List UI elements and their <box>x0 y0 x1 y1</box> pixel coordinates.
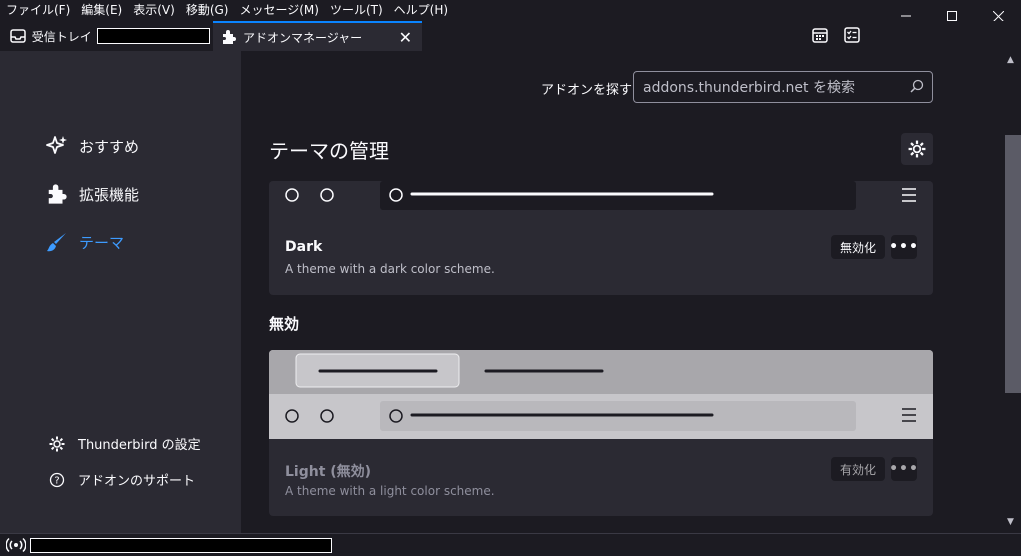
addon-support-link[interactable]: ? アドオンのサポート <box>48 470 195 489</box>
disable-button[interactable]: 無効化 <box>830 235 885 259</box>
gear-icon <box>48 436 66 452</box>
page-title: テーマの管理 <box>269 139 389 163</box>
more-options-button[interactable]: ••• <box>889 457 918 481</box>
gear-icon <box>908 140 926 158</box>
tasks-icon[interactable] <box>844 27 860 43</box>
toolbar-icons <box>812 27 860 43</box>
scroll-down-arrow[interactable]: ▼ <box>1007 517 1014 527</box>
sidebar-item-label: テーマ <box>79 233 125 252</box>
main-content: アドオンを探す addons.thunderbird.net を検索 テーマの管… <box>241 51 1003 533</box>
puzzle-icon <box>45 182 69 206</box>
tab-inbox[interactable]: 受信トレイ <box>0 21 210 51</box>
menu-tools[interactable]: ツール(T) <box>324 0 388 21</box>
online-status-icon[interactable] <box>6 537 26 553</box>
enable-button[interactable]: 有効化 <box>830 457 885 481</box>
menu-message[interactable]: メッセージ(M) <box>233 0 323 21</box>
puzzle-icon <box>223 30 236 44</box>
theme-preview-dark <box>269 181 933 218</box>
search-placeholder: addons.thunderbird.net を検索 <box>643 80 855 96</box>
theme-name: Light (無効) <box>285 464 372 480</box>
theme-preview-light <box>269 350 933 439</box>
disabled-section-heading: 無効 <box>269 315 300 333</box>
menu-bar: ファイル(F) 編集(E) 表示(V) 移動(G) メッセージ(M) ツール(T… <box>0 0 1021 21</box>
theme-card-light: Light (無効) A theme with a light color sc… <box>269 350 933 516</box>
tab-inbox-label: 受信トレイ <box>31 29 92 44</box>
theme-description: A theme with a light color scheme. <box>285 484 495 498</box>
theme-card-dark: Dark A theme with a dark color scheme. 無… <box>269 181 933 295</box>
redacted-status-text <box>30 537 332 553</box>
minimize-icon <box>901 15 911 17</box>
search-input[interactable]: addons.thunderbird.net を検索 <box>633 71 933 103</box>
menu-help[interactable]: ヘルプ(H) <box>388 0 453 21</box>
theme-name: Dark <box>285 239 323 255</box>
svg-text:?: ? <box>54 475 59 486</box>
tab-addon-manager[interactable]: アドオンマネージャー ✕ <box>213 21 422 51</box>
paintbrush-icon <box>45 230 69 254</box>
settings-link-label: Thunderbird の設定 <box>78 438 201 453</box>
support-link-label: アドオンのサポート <box>78 474 196 489</box>
maximize-icon <box>947 11 957 21</box>
scroll-thumb[interactable] <box>1005 135 1021 393</box>
close-tab-button[interactable]: ✕ <box>399 28 412 47</box>
theme-preview-graphic <box>269 181 933 218</box>
sidebar-item-themes[interactable]: テーマ <box>45 230 124 254</box>
sidebar-item-recommended[interactable]: おすすめ <box>45 134 139 158</box>
tab-bar: 受信トレイ アドオンマネージャー ✕ <box>0 21 1021 51</box>
scrollbar[interactable]: ▲ ▼ <box>1003 51 1021 533</box>
redacted-account <box>96 28 210 44</box>
sidebar-item-label: おすすめ <box>79 137 140 156</box>
scroll-up-arrow[interactable]: ▲ <box>1007 55 1014 65</box>
theme-description: A theme with a dark color scheme. <box>285 262 495 276</box>
close-icon <box>992 10 1004 22</box>
menu-view[interactable]: 表示(V) <box>127 0 180 21</box>
calendar-icon[interactable] <box>812 27 828 43</box>
more-options-button[interactable]: ••• <box>889 235 918 259</box>
menu-file[interactable]: ファイル(F) <box>0 0 75 21</box>
status-bar <box>0 533 1021 556</box>
sidebar-item-extensions[interactable]: 拡張機能 <box>45 182 139 206</box>
sparkle-icon <box>45 134 69 158</box>
tab-addons-label: アドオンマネージャー <box>243 30 363 45</box>
thunderbird-settings-link[interactable]: Thunderbird の設定 <box>48 434 201 453</box>
sidebar: おすすめ 拡張機能 テーマ Thunderbird の設定 ? アドオンのサポー… <box>0 51 241 533</box>
inbox-icon <box>10 29 26 43</box>
menu-go[interactable]: 移動(G) <box>180 0 234 21</box>
theme-preview-graphic <box>269 350 933 439</box>
help-icon: ? <box>48 472 66 488</box>
search-icon <box>910 79 924 93</box>
menu-edit[interactable]: 編集(E) <box>75 0 127 21</box>
search-label: アドオンを探す <box>541 83 633 98</box>
tools-gear-button[interactable] <box>901 133 933 165</box>
sidebar-item-label: 拡張機能 <box>79 185 140 204</box>
